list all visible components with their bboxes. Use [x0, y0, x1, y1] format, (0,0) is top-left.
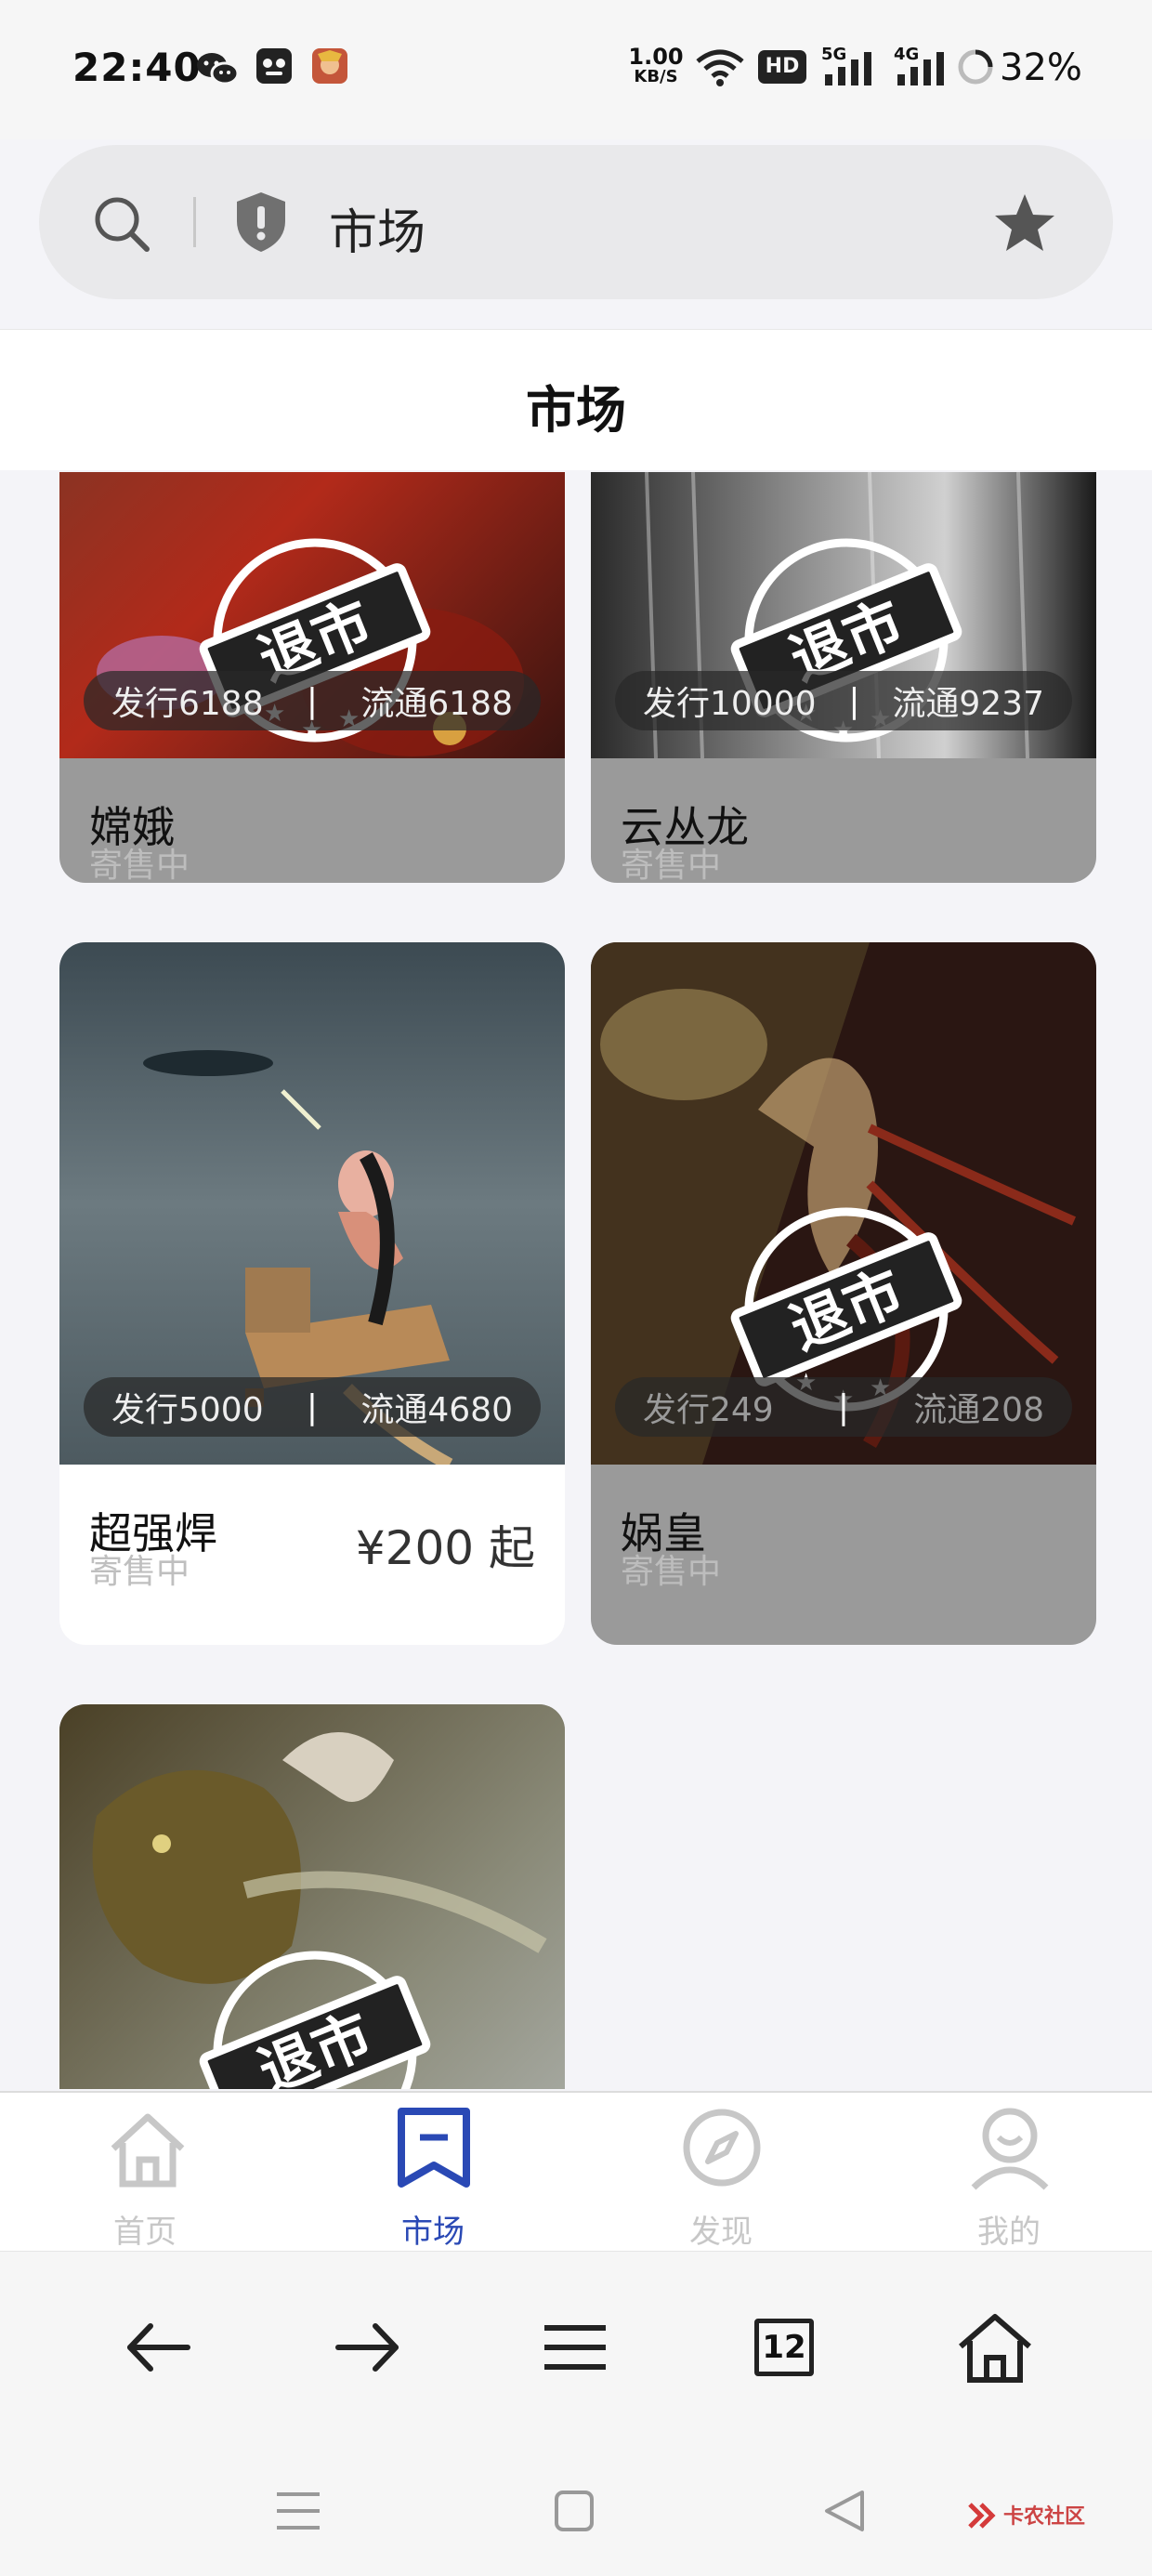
delisted-stamp-icon: 退市 ★★★ [199, 1951, 431, 2089]
battery-percent: 32% [1000, 46, 1082, 89]
circulation-count: 流通9237 [892, 685, 1044, 723]
collectible-card[interactable]: 退市 ★★★ 发行249 | 流通208 娲皇 寄售中 [591, 942, 1096, 1645]
back-arrow-icon[interactable] [117, 2306, 201, 2389]
supply-pill: 发行10000 | 流通9237 [615, 671, 1072, 730]
card-price: ¥200 起 [355, 1521, 535, 1575]
pill-separator: | [848, 681, 860, 720]
tab-discover-label: 发现 [689, 2214, 753, 2251]
address-divider [193, 197, 196, 247]
circulation-count: 流通6188 [360, 685, 513, 723]
wechat-icon [197, 53, 240, 85]
network-speed: 1.00 KB/S [628, 46, 684, 87]
issue-count: 发行6188 [111, 685, 264, 723]
tab-market[interactable]: 市场 [340, 2106, 526, 2251]
page-title: 市场 [526, 381, 626, 440]
status-bar: 22:40 1.00 KB/S HD 5G 4G 32% [0, 0, 1152, 139]
card-status: 寄售中 [621, 1553, 722, 1591]
tab-market-label: 市场 [401, 2214, 465, 2251]
pill-separator: | [306, 681, 319, 720]
app-notification-icon [256, 48, 292, 84]
sim1-signal-icon [825, 52, 871, 85]
supply-pill: 发行6188 | 流通6188 [84, 671, 541, 730]
battery-icon [958, 49, 993, 85]
page-header: 市场 [0, 329, 1152, 470]
collectible-card[interactable]: 退市 ★★★ [59, 1704, 565, 2089]
card-status: 寄售中 [621, 847, 722, 883]
search-icon[interactable] [91, 193, 152, 255]
address-title[interactable]: 市场 [329, 193, 425, 263]
profile-icon [971, 2108, 1049, 2190]
network-speed-unit: KB/S [634, 67, 678, 86]
issue-count: 发行5000 [111, 1391, 264, 1429]
wifi-icon [696, 49, 744, 86]
address-bar[interactable]: 市场 [39, 145, 1113, 299]
star-icon[interactable] [992, 191, 1057, 255]
collectible-card[interactable]: 退市 ★★★ 发行6188 | 流通6188 嫦娥 寄售中 [59, 472, 565, 883]
tab-home-label: 首页 [113, 2214, 177, 2251]
tab-profile-label: 我的 [977, 2214, 1041, 2251]
tab-discover[interactable]: 发现 [628, 2106, 814, 2251]
watermark: 卡农社区 [966, 2500, 1085, 2530]
market-grid: 退市 ★★★ 发行6188 | 流通6188 嫦娥 寄售中 [0, 472, 1152, 2089]
tab-profile[interactable]: 我的 [916, 2106, 1102, 2251]
supply-pill: 发行249 | 流通208 [615, 1377, 1072, 1437]
collectible-card[interactable]: 退市 ★★★ 发行10000 | 流通9237 云丛龙 寄售中 [591, 472, 1096, 883]
status-time: 22:40 [72, 45, 202, 90]
card-status: 寄售中 [89, 1553, 190, 1591]
pill-separator: | [837, 1387, 850, 1426]
menu-icon[interactable] [533, 2306, 617, 2389]
browser-toolbar: 12 [0, 2251, 1152, 2437]
card-status: 寄售中 [89, 847, 190, 883]
issue-count: 发行10000 [643, 685, 817, 723]
bottom-tab-bar: 首页 市场 发现 我的 [0, 2091, 1152, 2251]
circulation-count: 流通4680 [360, 1391, 513, 1429]
game-notification-icon [312, 48, 347, 84]
recents-icon[interactable] [266, 2485, 331, 2537]
compass-icon [683, 2109, 761, 2187]
supply-pill: 发行5000 | 流通4680 [84, 1377, 541, 1437]
forward-arrow-icon[interactable] [325, 2306, 409, 2389]
circulation-count: 流通208 [913, 1391, 1044, 1429]
sim2-signal-icon [897, 52, 944, 85]
watermark-logo-icon [967, 2503, 996, 2529]
network-speed-value: 1.00 [628, 44, 684, 70]
collectible-card[interactable]: 发行5000 | 流通4680 超强焊 寄售中 ¥200 起 [59, 942, 565, 1645]
pill-separator: | [306, 1387, 319, 1426]
watermark-text: 卡农社区 [1002, 2505, 1085, 2529]
browser-home-icon[interactable] [953, 2306, 1037, 2389]
back-triangle-icon[interactable] [814, 2485, 879, 2537]
home-square-icon[interactable] [541, 2485, 606, 2537]
issue-count: 发行249 [643, 1391, 774, 1429]
tabs-count-button[interactable]: 12 [743, 2306, 827, 2389]
hd-voice-badge: HD [758, 50, 806, 84]
shield-icon[interactable] [232, 190, 290, 255]
tab-count: 12 [754, 2319, 814, 2376]
bookmark-icon [398, 2108, 470, 2188]
home-icon [111, 2113, 185, 2188]
tab-home[interactable]: 首页 [52, 2106, 238, 2251]
